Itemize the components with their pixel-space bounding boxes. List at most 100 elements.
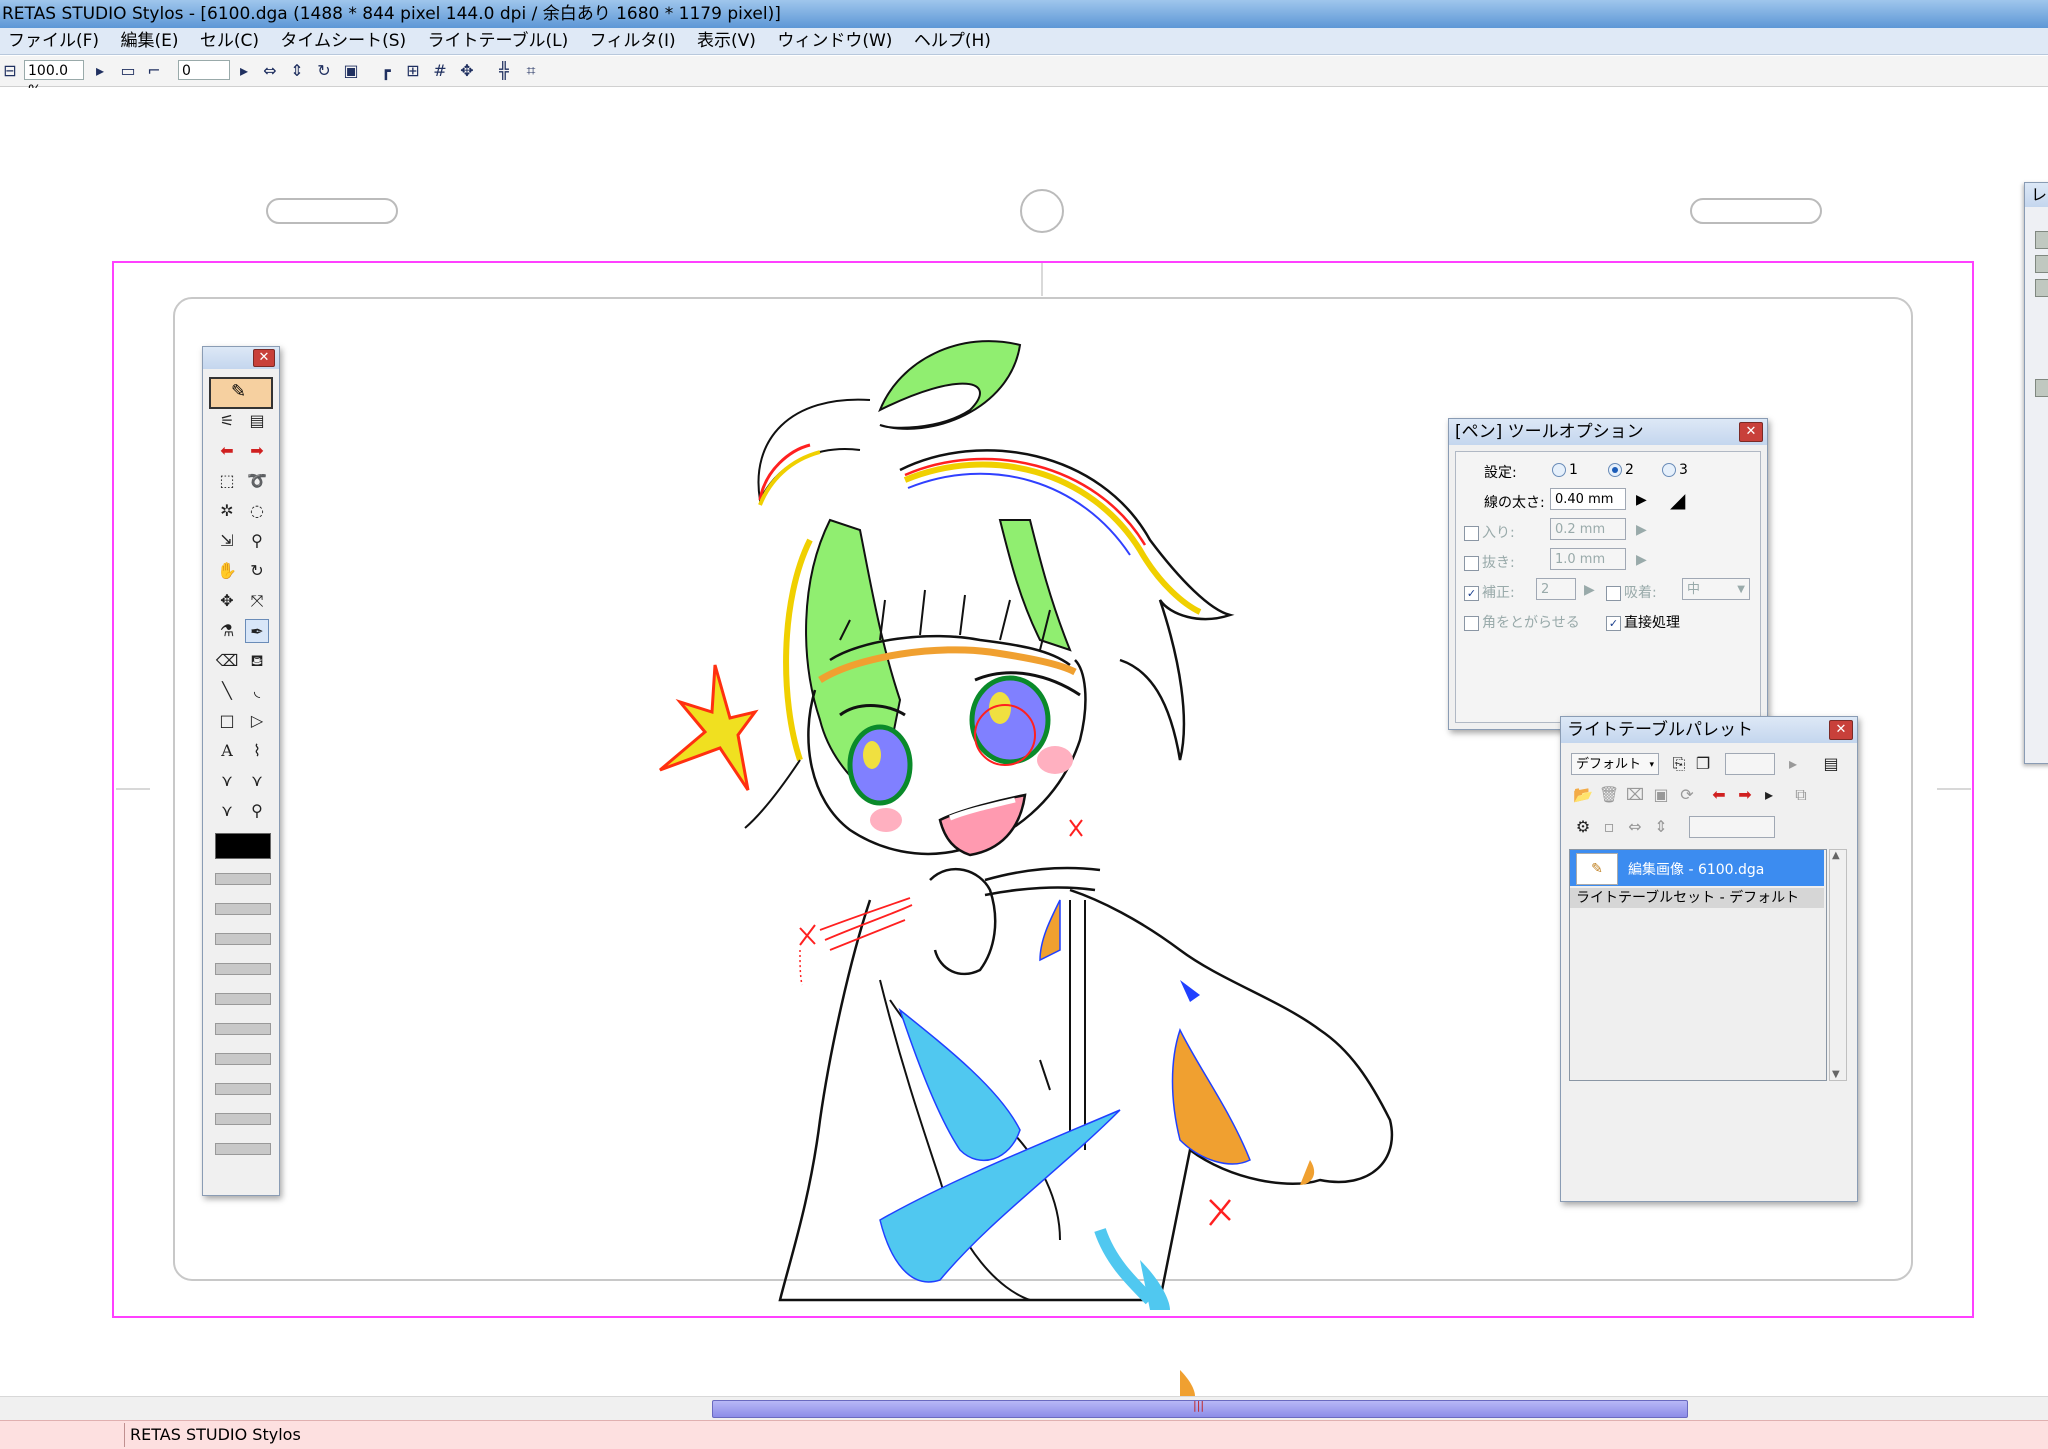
color-slot[interactable] bbox=[215, 993, 271, 1005]
opacity-field[interactable] bbox=[1689, 816, 1775, 838]
clear-icon[interactable]: ⌧ bbox=[1623, 783, 1647, 807]
zoom-out-icon[interactable]: ⊟ bbox=[0, 61, 20, 81]
copy-icon[interactable]: ⎘ bbox=[1667, 752, 1691, 776]
layer-toggle[interactable] bbox=[2035, 231, 2048, 249]
move-icon[interactable]: ✥ bbox=[215, 589, 239, 613]
scroll-up-icon[interactable]: ▲ bbox=[1832, 850, 1840, 861]
eyedropper-icon[interactable]: ⚗ bbox=[215, 619, 239, 643]
color-slot[interactable] bbox=[215, 1053, 271, 1065]
magic-wand-icon[interactable]: ✲ bbox=[215, 499, 239, 523]
line-icon[interactable]: ╲ bbox=[215, 679, 239, 703]
in-field[interactable]: 0.2 mm bbox=[1550, 518, 1626, 540]
frame-arrow-icon[interactable]: ▸ bbox=[234, 61, 254, 81]
refresh-icon[interactable]: ⟳ bbox=[1675, 783, 1699, 807]
menu-lighttable[interactable]: ライトテーブル(L) bbox=[420, 28, 577, 54]
hflip-icon[interactable]: ⇔ bbox=[1623, 815, 1647, 839]
vflip-icon[interactable]: ⇕ bbox=[1649, 815, 1673, 839]
color-slot[interactable] bbox=[215, 903, 271, 915]
color-slot[interactable] bbox=[215, 1083, 271, 1095]
out-field[interactable]: 1.0 mm bbox=[1550, 548, 1626, 570]
scroll-down-icon[interactable]: ▼ bbox=[1832, 1069, 1840, 1080]
close-icon[interactable]: ✕ bbox=[1739, 422, 1763, 442]
color-slot[interactable] bbox=[215, 963, 271, 975]
arrow-left-icon[interactable]: ⬅ bbox=[1707, 783, 1731, 807]
in-arrow-icon[interactable]: ▶ bbox=[1636, 522, 1647, 538]
frame-field[interactable]: 0 bbox=[178, 60, 230, 80]
sharp-corners-check[interactable]: 角をとがらせる bbox=[1464, 612, 1580, 632]
drawing-canvas[interactable]: ✕ ✎ ⚟ ▤ ⬅ ➡ ⬚ ➰ ✲ ◌ ⇲ ⚲ ✋ ↻ ✥ ⤧ ⚗ ✒ ⌫ ⛾ … bbox=[0, 88, 2048, 1396]
arrow-right-icon[interactable]: ➡ bbox=[1733, 783, 1757, 807]
brush-icon[interactable]: ✒ bbox=[245, 619, 269, 643]
layer-icon[interactable]: ⚟ bbox=[215, 409, 239, 433]
fill-icon[interactable]: ⛾ bbox=[245, 649, 269, 673]
snap-dropdown[interactable]: 中 ▼ bbox=[1682, 578, 1750, 600]
menu-filter[interactable]: フィルタ(I) bbox=[582, 28, 684, 54]
direct-process-check[interactable]: ✓ 直接処理 bbox=[1606, 612, 1680, 632]
new-page-icon[interactable]: ▭ bbox=[118, 61, 138, 81]
zoom-icon[interactable]: ⚲ bbox=[245, 529, 269, 553]
snap-check[interactable]: 吸着: bbox=[1606, 582, 1657, 602]
line-smooth-icon[interactable]: ⋎ bbox=[245, 769, 269, 793]
lighttable-set-dropdown[interactable]: デフォルト ▾ bbox=[1571, 753, 1659, 775]
actual-size-icon[interactable]: ▣ bbox=[341, 61, 361, 81]
smudge-icon[interactable]: ⌇ bbox=[245, 739, 269, 763]
link-icon[interactable]: ⧉ bbox=[1789, 783, 1813, 807]
zoom-menu-arrow-icon[interactable]: ▸ bbox=[90, 61, 110, 81]
text-icon[interactable]: A bbox=[215, 739, 239, 763]
pen-nib-icon[interactable]: ◢ bbox=[1670, 488, 1685, 512]
image-icon[interactable]: ▣ bbox=[1649, 783, 1673, 807]
grid-icon[interactable]: ⊞ bbox=[403, 61, 423, 81]
duplicate-icon[interactable]: ❐ bbox=[1691, 752, 1715, 776]
layer-toggle[interactable] bbox=[2035, 379, 2048, 397]
panel-menu-icon[interactable]: ▤ bbox=[1819, 752, 1843, 776]
out-arrow-icon[interactable]: ▶ bbox=[1636, 552, 1647, 568]
color-slot[interactable] bbox=[215, 1143, 271, 1155]
layer-toggle[interactable] bbox=[2035, 255, 2048, 273]
preset-2-radio[interactable]: 2 bbox=[1608, 462, 1634, 478]
fine-grid-icon[interactable]: # bbox=[430, 61, 450, 81]
page-corner-icon[interactable]: ⌐ bbox=[144, 61, 164, 81]
trash-icon[interactable]: 🗑 bbox=[1597, 783, 1621, 807]
select-arrow-icon[interactable]: ⇲ bbox=[215, 529, 239, 553]
color-slot[interactable] bbox=[215, 873, 271, 885]
menu-help[interactable]: ヘルプ(H) bbox=[906, 28, 999, 54]
rectangle-icon[interactable]: □ bbox=[215, 709, 239, 733]
menu-window[interactable]: ウィンドウ(W) bbox=[769, 28, 900, 54]
menu-cell[interactable]: セル(C) bbox=[192, 28, 267, 54]
preset-1-radio[interactable]: 1 bbox=[1552, 462, 1578, 478]
frame-guide-icon[interactable]: ⌗ bbox=[521, 61, 541, 81]
guide-icon[interactable]: ╬ bbox=[494, 61, 514, 81]
search-gap-icon[interactable]: ⚲ bbox=[245, 799, 269, 823]
selection-icon[interactable]: ⬚ bbox=[215, 469, 239, 493]
line-join-icon[interactable]: ⋎ bbox=[215, 799, 239, 823]
correction-field[interactable]: 2 bbox=[1536, 578, 1576, 600]
lasso-icon[interactable]: ➰ bbox=[245, 469, 269, 493]
rotate-view-icon[interactable]: ↻ bbox=[314, 61, 334, 81]
menu-edit[interactable]: 編集(E) bbox=[112, 28, 186, 54]
color-swatch[interactable] bbox=[215, 833, 271, 859]
list-item[interactable]: ライトテーブルセット - デフォルト bbox=[1570, 888, 1824, 908]
arrow-right-icon[interactable]: ➡ bbox=[245, 439, 269, 463]
layer-toggle[interactable] bbox=[2035, 279, 2048, 297]
color-slot[interactable] bbox=[215, 1113, 271, 1125]
color-slot[interactable] bbox=[215, 1023, 271, 1035]
menu-timesheet[interactable]: タイムシート(S) bbox=[272, 28, 414, 54]
width-arrow-icon[interactable]: ▶ bbox=[1636, 492, 1647, 508]
layer-panel-titlebar[interactable]: レ bbox=[2025, 183, 2048, 207]
correction-arrow-icon[interactable]: ▶ bbox=[1584, 582, 1595, 598]
menu-view[interactable]: 表示(V) bbox=[689, 28, 764, 54]
out-check[interactable]: 抜き: bbox=[1464, 552, 1515, 572]
dotted-lasso-icon[interactable]: ◌ bbox=[245, 499, 269, 523]
ruler-icon[interactable]: ┏ bbox=[376, 61, 396, 81]
list-scrollbar[interactable]: ▲ ▼ bbox=[1829, 849, 1847, 1081]
panel-icon[interactable]: ▤ bbox=[245, 409, 269, 433]
tools-palette-titlebar[interactable]: ✕ bbox=[203, 347, 279, 369]
open-folder-icon[interactable]: 📂 bbox=[1571, 783, 1595, 807]
hand-icon[interactable]: ✋ bbox=[215, 559, 239, 583]
correction-check[interactable]: ✓ 補正: bbox=[1464, 582, 1515, 602]
eraser-icon[interactable]: ⌫ bbox=[215, 649, 239, 673]
play-icon[interactable]: ▸ bbox=[1757, 783, 1781, 807]
menu-file[interactable]: ファイル(F) bbox=[0, 28, 107, 54]
dot-icon[interactable]: ▫ bbox=[1597, 815, 1621, 839]
field-arrow-icon[interactable]: ▸ bbox=[1781, 752, 1805, 776]
